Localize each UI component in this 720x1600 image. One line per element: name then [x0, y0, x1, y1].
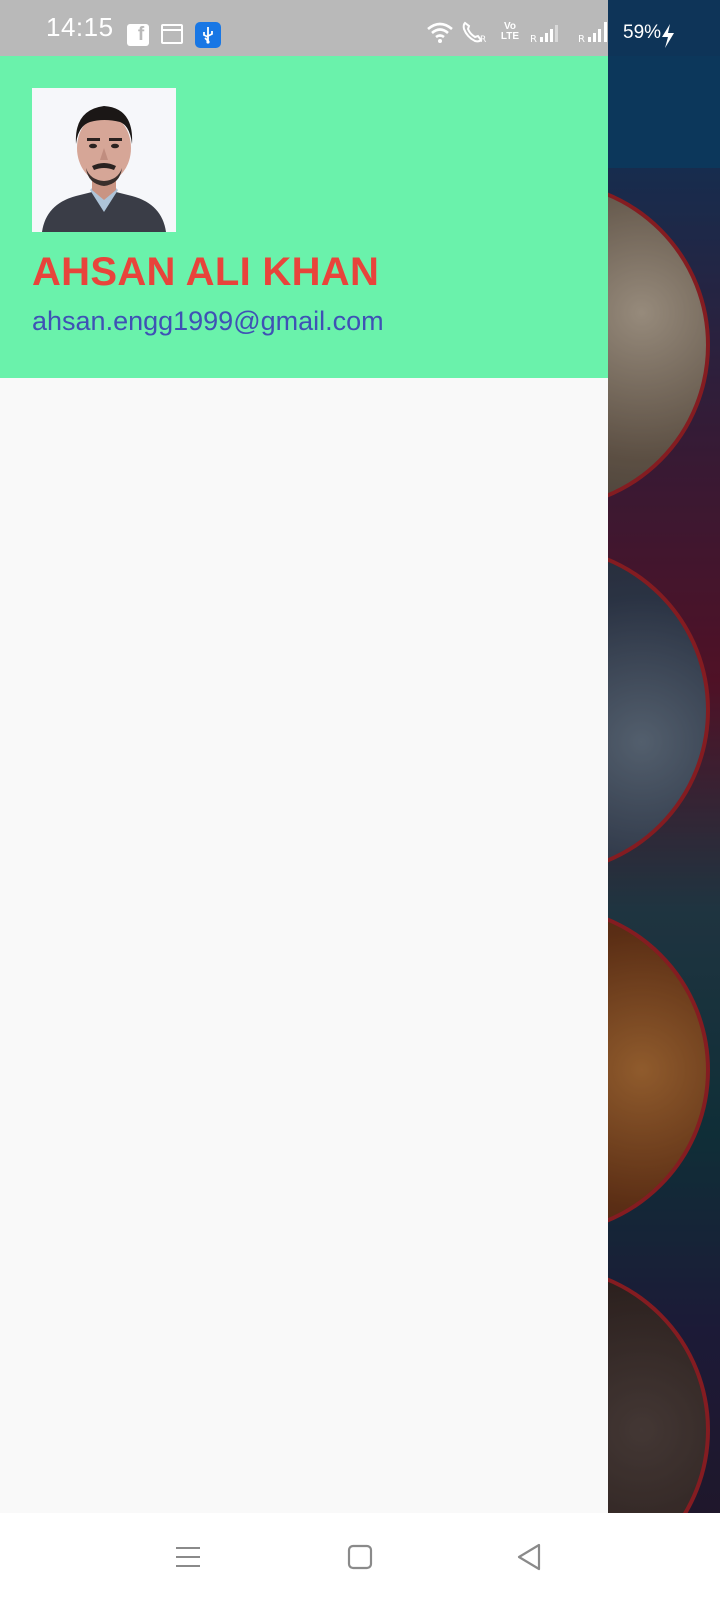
- calendar-icon: [161, 24, 183, 44]
- system-navigation-bar: [0, 1513, 720, 1600]
- charging-bolt-icon: [660, 24, 676, 48]
- svg-text:R: R: [530, 34, 537, 44]
- status-time: 14:15: [46, 12, 114, 42]
- status-bar: 14:15 f R Vo LTE R R 59%: [0, 0, 720, 56]
- volte-icon: Vo LTE: [500, 21, 520, 42]
- svg-text:R: R: [480, 35, 486, 44]
- menu-icon[interactable]: [166, 1535, 210, 1579]
- navigation-drawer: AHSAN ALI KHAN ahsan.engg1999@gmail.com: [0, 0, 608, 1513]
- facebook-icon: f: [127, 24, 149, 46]
- signal-icon: R: [530, 20, 560, 44]
- profile-email: ahsan.engg1999@gmail.com: [32, 306, 384, 336]
- wifi-icon: [425, 20, 455, 44]
- home-icon[interactable]: [338, 1535, 382, 1579]
- signal-icon: R: [578, 20, 612, 44]
- battery-percentage: 59%: [623, 22, 662, 43]
- wifi-call-icon: R: [460, 20, 490, 44]
- usb-icon: [195, 22, 221, 48]
- profile-name: AHSAN ALI KHAN: [32, 250, 380, 294]
- back-icon[interactable]: [508, 1535, 552, 1579]
- svg-text:R: R: [578, 34, 585, 44]
- profile-avatar[interactable]: [32, 88, 176, 232]
